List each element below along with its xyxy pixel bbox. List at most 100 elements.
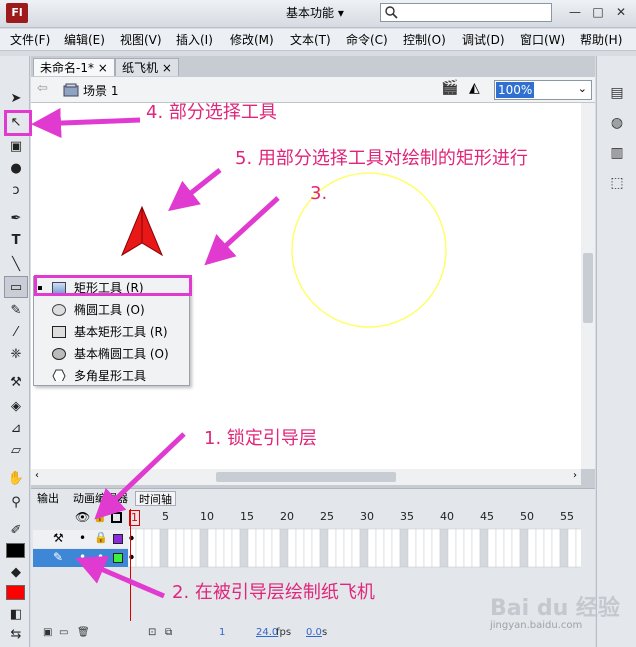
frame-cell[interactable]	[559, 528, 569, 568]
frame-cell[interactable]	[191, 528, 201, 568]
frame-cell[interactable]	[495, 528, 505, 568]
menu-view[interactable]: 视图(V)	[120, 32, 162, 48]
flyout-polystar-tool[interactable]: 多角星形工具	[34, 365, 189, 387]
scroll-thumb[interactable]	[216, 472, 396, 482]
eye-icon[interactable]: 👁	[75, 510, 90, 524]
tab-motion-editor[interactable]: 动画编辑器	[70, 491, 131, 506]
tab-timeline[interactable]: 时间轴	[135, 491, 176, 506]
bone-tool-icon[interactable]: ⚒	[4, 372, 28, 394]
menu-file[interactable]: 文件(F)	[10, 32, 50, 48]
flyout-oval-tool[interactable]: 椭圆工具 (O)	[34, 299, 189, 321]
tab-output[interactable]: 输出	[34, 491, 62, 506]
frame-cell[interactable]	[151, 528, 161, 568]
line-tool-icon[interactable]: ╲	[4, 254, 28, 276]
frame-cell[interactable]	[399, 528, 409, 568]
align-icon[interactable]: ⬚	[606, 172, 628, 194]
elapsed-time-value[interactable]: 0.0	[306, 625, 322, 641]
frame-cell[interactable]	[391, 528, 401, 568]
frame-cell[interactable]	[143, 528, 153, 568]
frame-cell[interactable]	[527, 528, 537, 568]
brush-tool-icon[interactable]: ⁄	[4, 322, 28, 344]
delete-layer-icon[interactable]: 🗑	[77, 625, 90, 641]
frame-cell[interactable]	[439, 528, 449, 568]
frame-cell[interactable]	[287, 528, 297, 568]
tab-paper-plane[interactable]: 纸飞机 ×	[115, 58, 179, 76]
guide-layer-row[interactable]: ⚒ • 🔒	[33, 530, 128, 548]
fill-color-swatch[interactable]	[6, 585, 25, 600]
menu-modify[interactable]: 修改(M)	[230, 32, 274, 48]
rectangle-tool-icon[interactable]: ▭	[4, 276, 28, 298]
menu-debug[interactable]: 调试(D)	[462, 32, 505, 48]
flyout-primitive-rectangle-tool[interactable]: 基本矩形工具 (R)	[34, 321, 189, 343]
vertical-scrollbar[interactable]	[581, 103, 595, 469]
lasso-tool-icon[interactable]: ↄ	[4, 180, 28, 202]
new-folder-icon[interactable]: ▭	[59, 625, 68, 641]
frame-cell[interactable]	[575, 528, 585, 568]
frame-cell[interactable]	[215, 528, 225, 568]
frame-cell[interactable]	[175, 528, 185, 568]
stroke-color-swatch[interactable]	[6, 543, 25, 558]
menu-commands[interactable]: 命令(C)	[346, 32, 388, 48]
horizontal-scrollbar[interactable]: ‹ ›	[31, 469, 581, 485]
frame-cell[interactable]	[383, 528, 393, 568]
frame-cell[interactable]	[343, 528, 353, 568]
frame-cell[interactable]	[295, 528, 305, 568]
frame-cell[interactable]	[359, 528, 369, 568]
frame-cell[interactable]	[463, 528, 473, 568]
edit-scene-icon[interactable]: 🎬	[441, 80, 458, 96]
frame-cell[interactable]	[471, 528, 481, 568]
back-arrow-icon[interactable]: ⇦	[37, 81, 48, 96]
frame-cell[interactable]	[543, 528, 553, 568]
frame-cell[interactable]	[519, 528, 529, 568]
zoom-tool-icon[interactable]: ⚲	[4, 492, 28, 514]
lock-dot[interactable]: •	[97, 550, 104, 564]
color-icon[interactable]: ◍	[606, 112, 628, 134]
scroll-thumb[interactable]	[583, 253, 593, 323]
search-input[interactable]	[380, 3, 552, 22]
frame-cell[interactable]	[199, 528, 209, 568]
edit-symbol-icon[interactable]: ◭	[469, 80, 480, 96]
outline-icon[interactable]	[111, 512, 122, 523]
close-icon[interactable]: ×	[162, 61, 172, 75]
fill-color-icon[interactable]: ◆	[4, 562, 28, 584]
black-white-icon[interactable]: ◧	[4, 604, 28, 626]
3d-rotation-tool-icon[interactable]: ●	[4, 158, 28, 180]
frame-cell[interactable]	[375, 528, 385, 568]
flyout-primitive-oval-tool[interactable]: 基本椭圆工具 (O)	[34, 343, 189, 365]
minimize-button[interactable]: —	[566, 4, 584, 20]
frame-cell[interactable]	[431, 528, 441, 568]
center-frame-icon[interactable]: ⊡	[148, 625, 156, 641]
lock-icon[interactable]: 🔒	[94, 531, 108, 544]
frame-cell[interactable]	[167, 528, 177, 568]
menu-edit[interactable]: 编辑(E)	[64, 32, 105, 48]
frame-cell[interactable]	[327, 528, 337, 568]
menu-help[interactable]: 帮助(H)	[580, 32, 622, 48]
frame-cell[interactable]	[311, 528, 321, 568]
stroke-color-icon[interactable]: ✐	[4, 520, 28, 542]
frame-cell[interactable]	[407, 528, 417, 568]
visibility-dot[interactable]: •	[79, 550, 86, 564]
deco-tool-icon[interactable]: ❈	[4, 344, 28, 366]
frame-cell[interactable]	[255, 528, 265, 568]
eraser-icon[interactable]: ▱	[4, 440, 28, 462]
frame-cell[interactable]	[423, 528, 433, 568]
free-transform-tool-icon[interactable]: ▣	[4, 136, 28, 158]
frame-cell[interactable]	[183, 528, 193, 568]
frame-cell[interactable]	[319, 528, 329, 568]
frame-cell[interactable]	[335, 528, 345, 568]
frame-cell[interactable]	[207, 528, 217, 568]
scroll-left-icon[interactable]: ‹	[35, 470, 39, 481]
frame-cell[interactable]	[535, 528, 545, 568]
tab-untitled[interactable]: 未命名-1* ×	[33, 58, 115, 76]
frame-cell[interactable]	[279, 528, 289, 568]
frame-cell[interactable]	[367, 528, 377, 568]
menu-window[interactable]: 窗口(W)	[520, 32, 565, 48]
frame-cell[interactable]	[263, 528, 273, 568]
frame-cell[interactable]	[415, 528, 425, 568]
close-icon[interactable]: ×	[98, 61, 108, 75]
paint-bucket-icon[interactable]: ◈	[4, 396, 28, 418]
close-button[interactable]: ✕	[612, 4, 630, 20]
hand-tool-icon[interactable]: ✋	[4, 468, 28, 490]
frame-cell[interactable]	[223, 528, 233, 568]
onion-skin-icon[interactable]: ⧉	[165, 625, 172, 641]
